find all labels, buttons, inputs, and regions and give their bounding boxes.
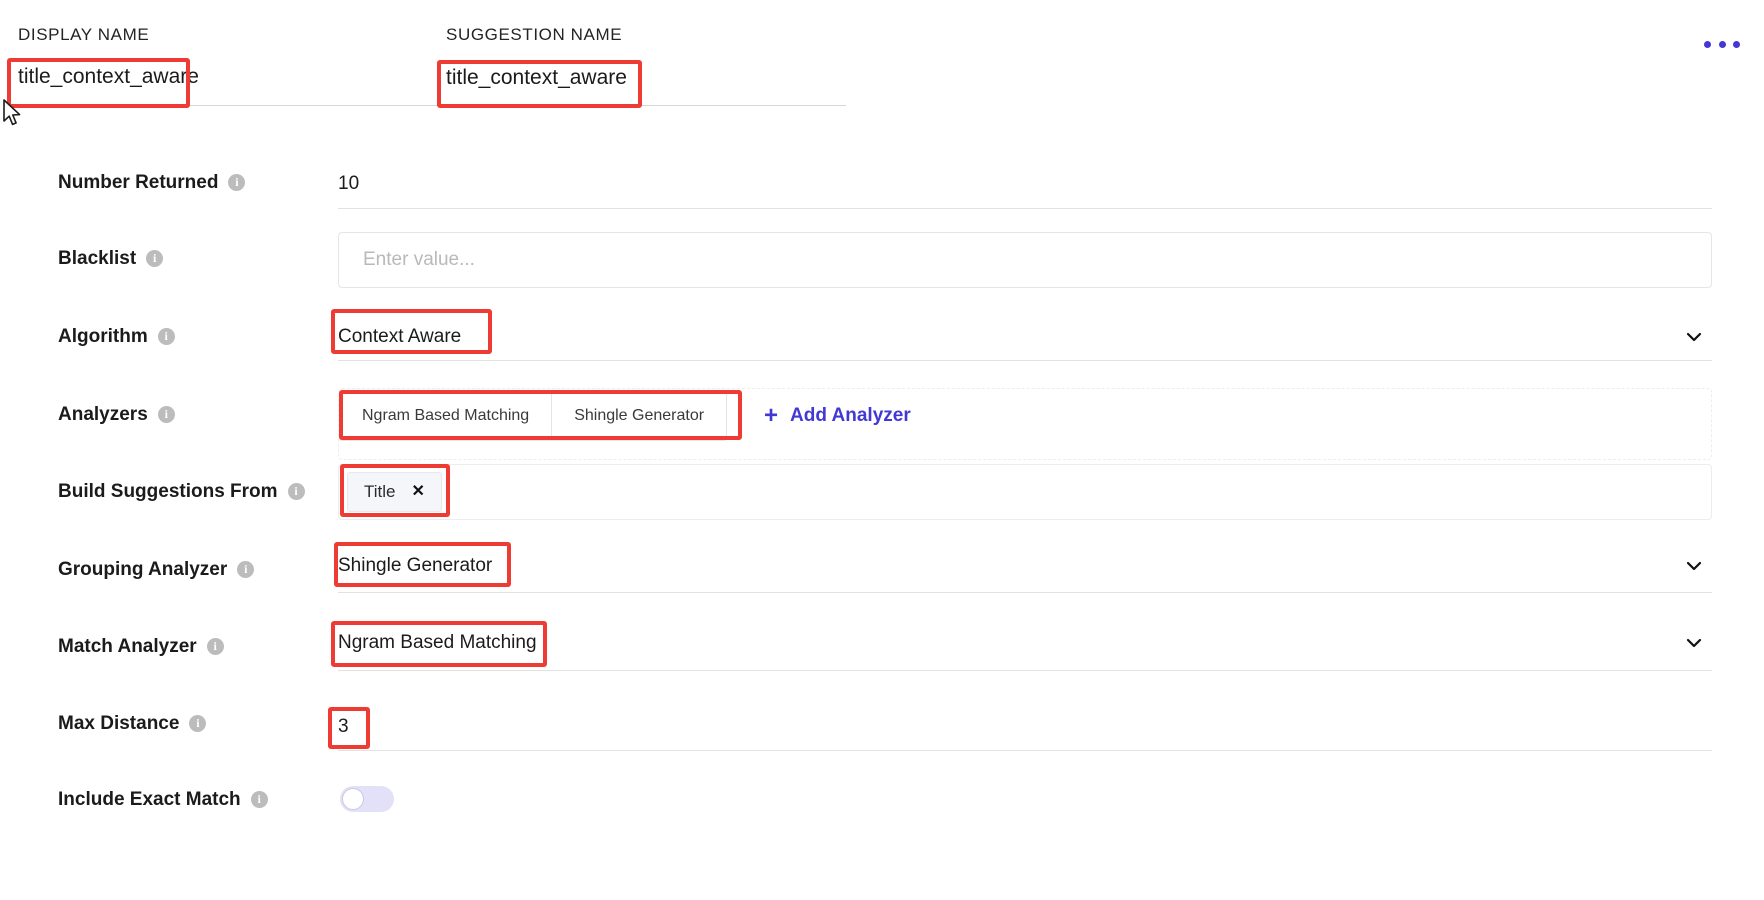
build-suggestions-from-field[interactable]: Title ✕ [338, 464, 1712, 520]
info-icon[interactable]: i [189, 715, 207, 732]
label-text: Grouping Analyzer [58, 559, 228, 580]
include-exact-match-toggle[interactable] [340, 786, 394, 812]
tab-ngram-based-matching[interactable]: Ngram Based Matching [340, 392, 552, 440]
algorithm-select[interactable]: Context Aware [338, 326, 1712, 348]
divider-grouping-analyzer [338, 592, 1712, 593]
max-distance-input[interactable]: 3 [338, 716, 1712, 738]
info-icon[interactable]: i [250, 791, 268, 808]
label-text: Algorithm [58, 326, 148, 347]
toggle-knob [342, 788, 364, 810]
ellipsis-horizontal-icon[interactable] [1704, 30, 1740, 58]
match-analyzer-value: Ngram Based Matching [338, 632, 537, 653]
label-text: Match Analyzer [58, 636, 197, 657]
analyzer-tab-group: Ngram Based Matching Shingle Generator [339, 391, 728, 441]
divider-number-returned [338, 208, 1712, 209]
label-text: Max Distance [58, 713, 180, 734]
display-name-underline [14, 105, 846, 106]
algorithm-value: Context Aware [338, 326, 462, 347]
row-label-blacklist: Blacklist i [58, 248, 164, 270]
close-icon[interactable]: ✕ [412, 484, 425, 500]
info-icon[interactable]: i [287, 483, 305, 500]
value-number-returned[interactable]: 10 [338, 173, 1712, 195]
row-label-include-exact-match: Include Exact Match i [58, 789, 268, 811]
info-icon[interactable]: i [157, 406, 175, 423]
chevron-down-icon[interactable] [1686, 329, 1702, 345]
tab-shingle-generator[interactable]: Shingle Generator [551, 392, 727, 440]
info-icon[interactable]: i [206, 638, 224, 655]
add-analyzer-button[interactable]: + Add Analyzer [764, 391, 911, 441]
display-name-label: DISPLAY NAME [18, 25, 150, 44]
grouping-analyzer-select[interactable]: Shingle Generator [338, 555, 1712, 577]
chip-title[interactable]: Title ✕ [347, 472, 442, 512]
match-analyzer-select[interactable]: Ngram Based Matching [338, 632, 1712, 654]
row-label-algorithm: Algorithm i [58, 326, 175, 348]
info-icon[interactable]: i [157, 328, 175, 345]
label-text: Number Returned [58, 172, 219, 193]
info-icon[interactable]: i [228, 174, 246, 191]
grouping-analyzer-value: Shingle Generator [338, 555, 493, 576]
form-header: DISPLAY NAME SUGGESTION NAME [0, 0, 1764, 130]
suggestion-name-input[interactable] [446, 66, 746, 90]
plus-icon: + [764, 402, 779, 429]
blacklist-input[interactable]: Enter value... [338, 232, 1712, 288]
chip-label: Title [364, 482, 396, 501]
chevron-down-icon[interactable] [1686, 558, 1702, 574]
divider-max-distance [338, 750, 1712, 751]
suggestion-name-label: SUGGESTION NAME [446, 25, 623, 44]
label-text: Blacklist [58, 248, 137, 269]
row-label-match-analyzer: Match Analyzer i [58, 636, 224, 658]
row-label-grouping-analyzer: Grouping Analyzer i [58, 559, 255, 581]
label-text: Include Exact Match [58, 789, 241, 810]
row-label-analyzers: Analyzers i [58, 404, 175, 426]
divider-algorithm [338, 360, 1712, 361]
label-text: Analyzers [58, 404, 148, 425]
analyzers-container: Ngram Based Matching Shingle Generator +… [338, 388, 1712, 460]
divider-match-analyzer [338, 670, 1712, 671]
display-name-input[interactable] [18, 65, 338, 89]
row-label-build-suggestions-from: Build Suggestions From i [58, 481, 305, 503]
chevron-down-icon[interactable] [1686, 635, 1702, 651]
info-icon[interactable]: i [146, 250, 164, 267]
label-text: Build Suggestions From [58, 481, 278, 502]
add-analyzer-label: Add Analyzer [790, 405, 911, 426]
row-label-number-returned: Number Returned i [58, 172, 246, 194]
row-label-max-distance: Max Distance i [58, 713, 207, 735]
info-icon[interactable]: i [237, 561, 255, 578]
